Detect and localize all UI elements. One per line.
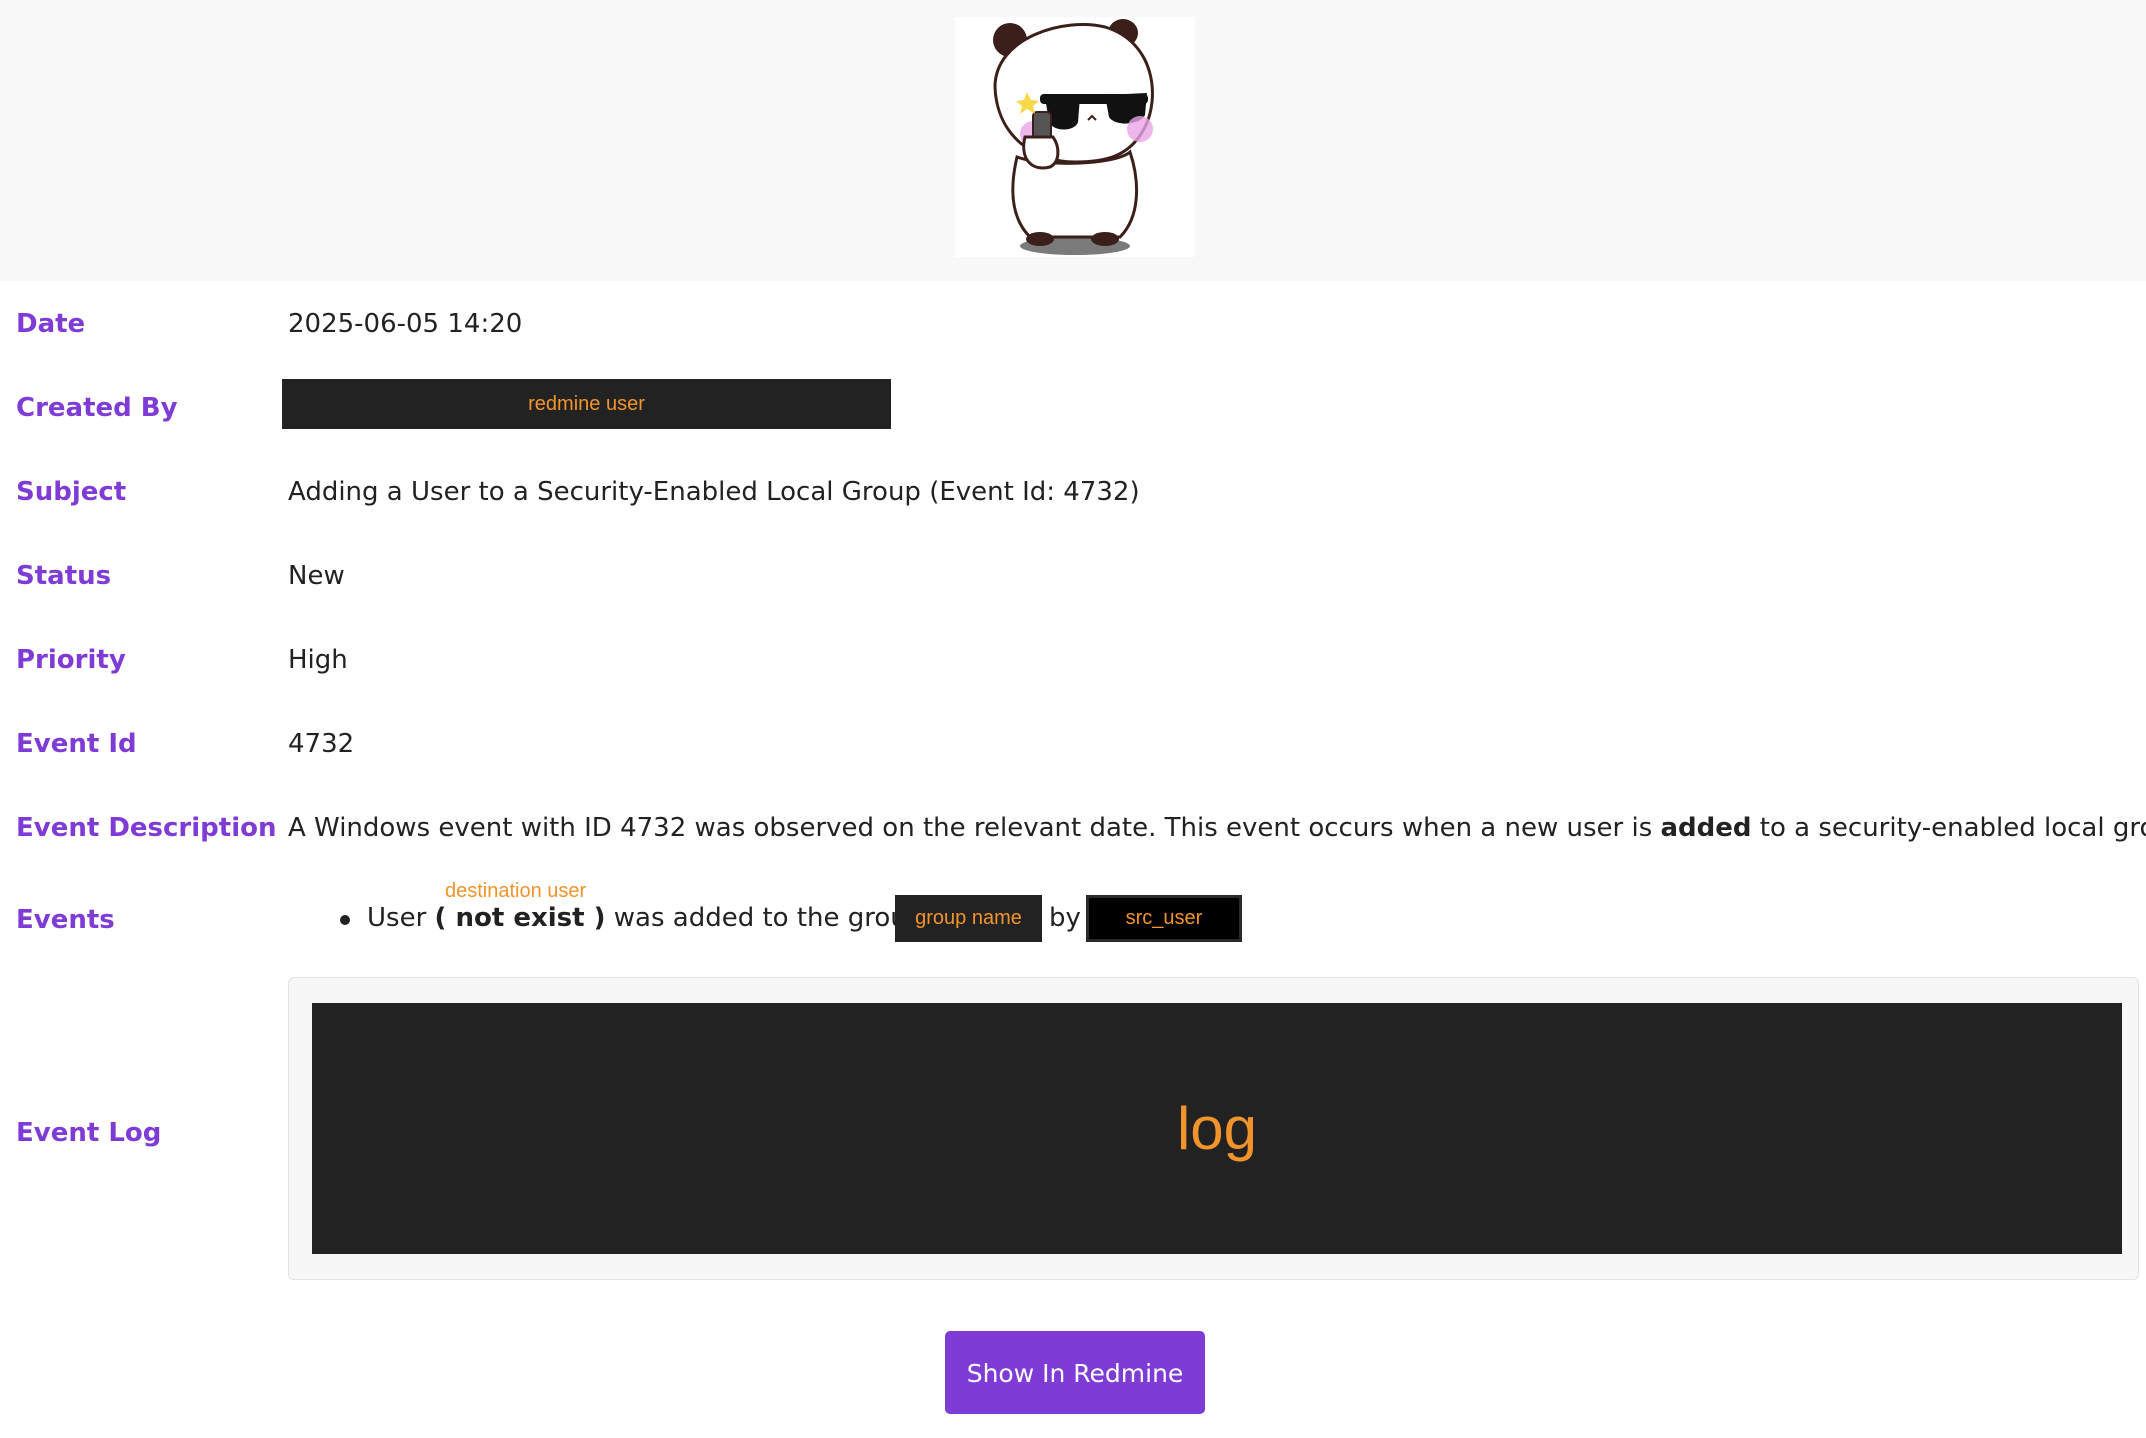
event-description-text-after: to a security-enabled local group. <box>1759 813 2146 843</box>
event-description-bold: added <box>1660 813 1752 843</box>
priority-label: Priority <box>16 645 126 675</box>
event-log-panel: log <box>288 977 2139 1280</box>
events-prefix: User <box>367 903 435 933</box>
date-value: 2025-06-05 14:20 <box>288 309 523 339</box>
header-band <box>0 0 2146 281</box>
event-description-label: Event Description <box>16 813 277 843</box>
subject-value: Adding a User to a Security-Enabled Loca… <box>288 477 1140 507</box>
src-user-redacted: src_user <box>1086 895 1242 942</box>
event-description-value: A Windows event with ID 4732 was observe… <box>288 813 2146 843</box>
created-by-redacted-value: redmine user <box>282 379 891 429</box>
events-not-exist: ( not exist ) <box>434 903 606 933</box>
events-middle: was added to the group <box>605 903 924 933</box>
list-bullet <box>340 915 350 925</box>
priority-value: High <box>288 645 348 675</box>
event-log-redacted: log <box>312 1003 2122 1254</box>
created-by-label: Created By <box>16 393 178 423</box>
event-id-label: Event Id <box>16 729 137 759</box>
show-in-redmine-button[interactable]: Show In Redmine <box>945 1331 1205 1414</box>
event-log-text: log <box>1176 1095 1258 1162</box>
panda-with-sunglasses-icon <box>993 19 1154 255</box>
group-name-redacted: group name <box>895 895 1042 942</box>
events-label: Events <box>16 905 115 935</box>
date-label: Date <box>16 309 86 339</box>
event-id-value: 4732 <box>288 729 355 759</box>
avatar <box>955 17 1195 257</box>
event-log-label: Event Log <box>16 1118 162 1148</box>
event-description-text-before: A Windows event with ID 4732 was observe… <box>288 813 1661 843</box>
events-list-item: User ( not exist ) was added to the grou… <box>367 903 923 933</box>
destination-user-note: destination user <box>445 880 587 902</box>
status-value: New <box>288 561 345 591</box>
subject-label: Subject <box>16 477 127 507</box>
events-by: by <box>1049 903 1081 933</box>
status-label: Status <box>16 561 112 591</box>
